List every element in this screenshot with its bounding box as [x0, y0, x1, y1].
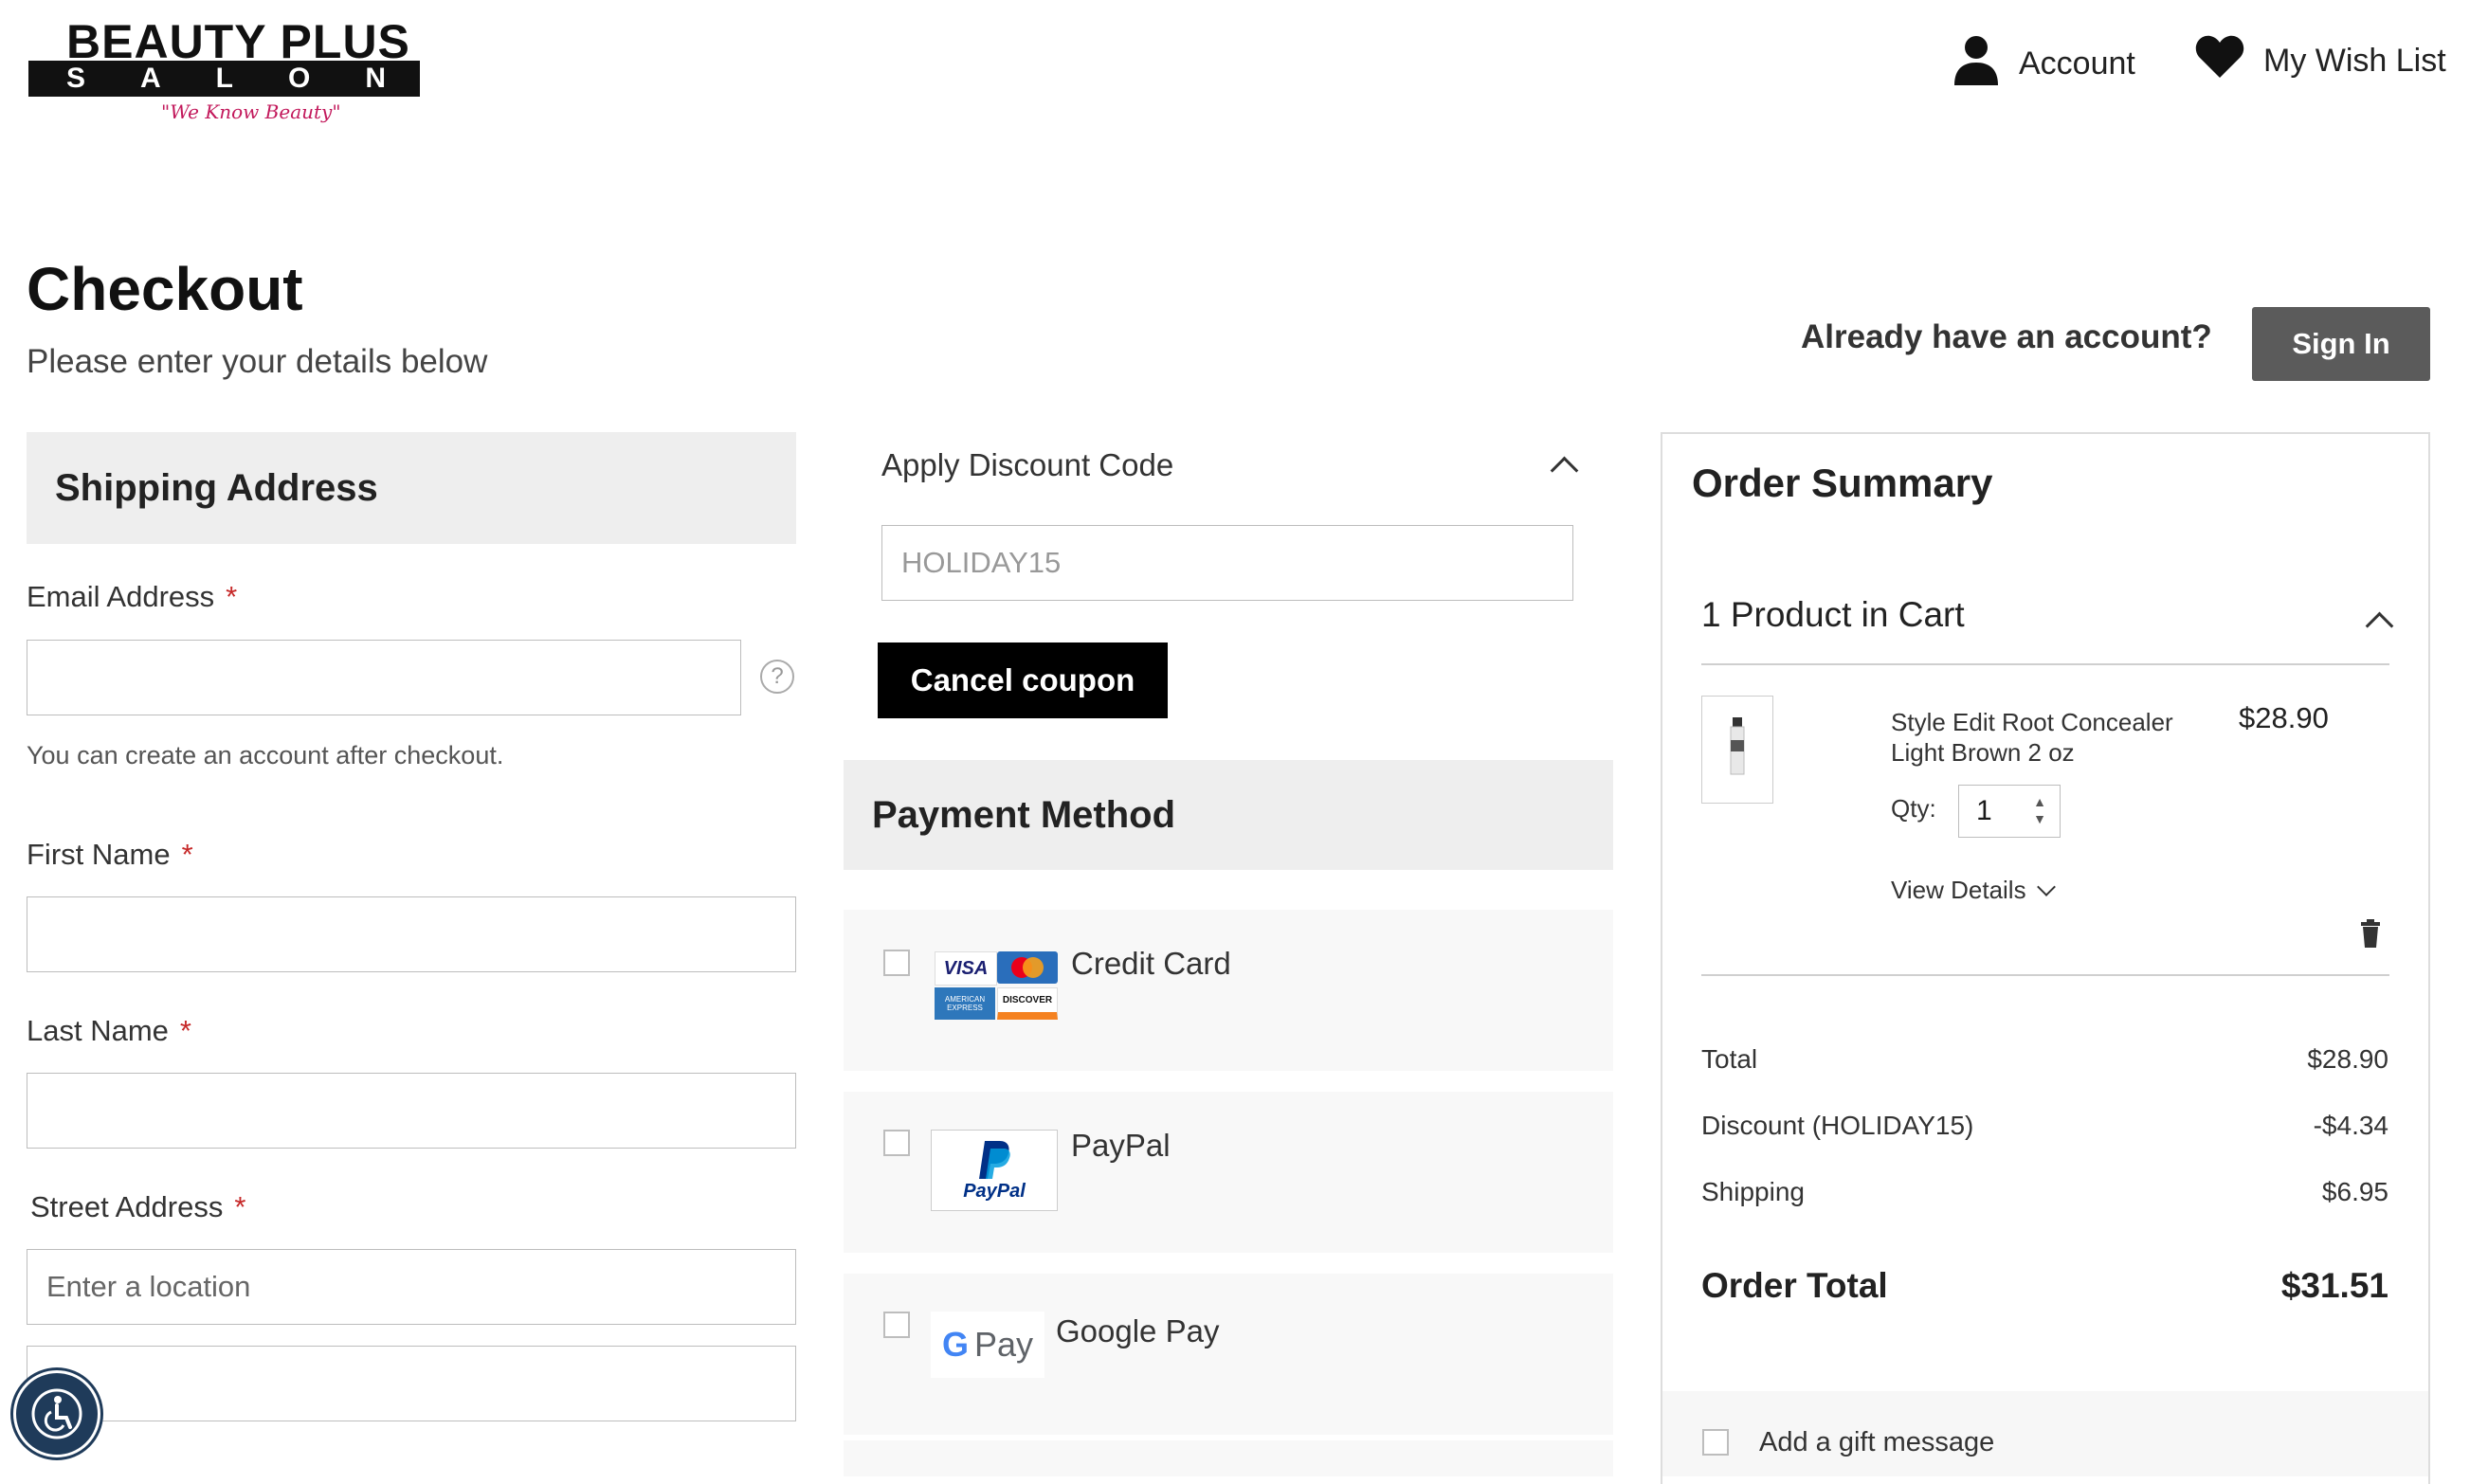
required-mark: *	[181, 838, 193, 871]
discount-code-toggle[interactable]: Apply Discount Code	[881, 447, 1173, 483]
paypal-logo: PayPal	[931, 1130, 1058, 1211]
product-price: $28.90	[2239, 701, 2329, 734]
user-icon	[1952, 34, 2000, 94]
qty-label: Qty:	[1891, 794, 1936, 823]
payment-method-heading: Payment Method	[844, 760, 1613, 870]
divider	[1701, 663, 2389, 665]
already-account-text: Already have an account?	[1801, 318, 2212, 355]
stepper-arrows-icon[interactable]: ▲ ▼	[2033, 793, 2046, 827]
sign-in-button[interactable]: Sign In	[2252, 307, 2430, 381]
heart-icon	[2195, 34, 2244, 88]
qty-value: 1	[1976, 795, 1992, 826]
amex-logo: AMERICAN EXPRESS	[935, 987, 995, 1020]
paypal-logo-text: PayPal	[963, 1180, 1026, 1202]
street-address-line2-field[interactable]	[27, 1346, 796, 1421]
order-total-label: Order Total	[1701, 1266, 1888, 1305]
shipping-label: Shipping	[1701, 1177, 1805, 1206]
discount-value: -$4.34	[2313, 1111, 2388, 1140]
discount-code-input[interactable]: HOLIDAY15	[881, 525, 1573, 601]
paypal-checkbox[interactable]	[883, 1130, 910, 1156]
product-thumbnail[interactable]	[1701, 696, 1773, 804]
visa-logo: VISA	[935, 951, 997, 986]
payment-option-more[interactable]	[844, 1440, 1613, 1476]
email-field[interactable]	[27, 640, 741, 715]
required-mark: *	[226, 580, 238, 613]
shipping-value: $6.95	[2321, 1177, 2388, 1206]
site-logo[interactable]: BEAUTY PLUS SALON "We Know Beauty"	[28, 15, 422, 123]
email-label: Email Address *	[27, 580, 237, 614]
paypal-label: PayPal	[1071, 1128, 1171, 1163]
page-title: Checkout	[27, 255, 303, 323]
product-name[interactable]: Style Edit Root Concealer Light Brown 2 …	[1891, 707, 2204, 768]
chevron-up-icon[interactable]	[1550, 456, 1579, 485]
logo-tagline: "We Know Beauty"	[161, 100, 341, 123]
payment-option-paypal[interactable]: PayPal PayPal	[844, 1092, 1613, 1253]
trash-icon[interactable]	[2360, 919, 2381, 952]
discover-logo: DISCOVER	[997, 987, 1058, 1020]
account-link[interactable]: Account	[1952, 34, 2135, 94]
total-label: Total	[1701, 1044, 1758, 1074]
required-mark: *	[179, 1014, 191, 1047]
cancel-coupon-button[interactable]: Cancel coupon	[878, 642, 1168, 718]
order-summary-title: Order Summary	[1692, 461, 1993, 505]
payment-option-google-pay[interactable]: G Pay Google Pay	[844, 1274, 1613, 1435]
account-label: Account	[2019, 45, 2135, 81]
first-name-label: First Name *	[27, 838, 193, 872]
page-subtitle: Please enter your details below	[27, 343, 488, 380]
google-pay-logo: G Pay	[931, 1312, 1044, 1378]
credit-card-checkbox[interactable]	[883, 950, 910, 976]
google-pay-label: Google Pay	[1056, 1313, 1220, 1348]
logo-wordmark: BEAUTY PLUS	[66, 15, 410, 68]
logo-salon-bar: SALON	[28, 61, 420, 97]
wishlist-link[interactable]: My Wish List	[2195, 34, 2446, 88]
last-name-label-text: Last Name	[27, 1014, 169, 1047]
last-name-label: Last Name *	[27, 1014, 191, 1048]
payment-option-credit-card[interactable]: VISA AMERICAN EXPRESS DISCOVER Credit Ca…	[844, 910, 1613, 1071]
street-label-text: Street Address	[30, 1190, 224, 1223]
credit-card-label: Credit Card	[1071, 946, 1231, 981]
wishlist-label: My Wish List	[2263, 43, 2446, 79]
total-value: $28.90	[2307, 1044, 2388, 1074]
first-name-field[interactable]	[27, 896, 796, 972]
email-label-text: Email Address	[27, 580, 215, 613]
last-name-field[interactable]	[27, 1073, 796, 1149]
quantity-stepper[interactable]: 1 ▲ ▼	[1958, 785, 2061, 838]
shipping-address-heading: Shipping Address	[27, 432, 796, 544]
gift-message-row[interactable]: Add a gift message	[1662, 1391, 2428, 1476]
discount-label: Discount (HOLIDAY15)	[1701, 1111, 1974, 1140]
accessibility-icon[interactable]	[13, 1370, 100, 1457]
mastercard-logo	[997, 951, 1058, 984]
chevron-down-icon	[2036, 877, 2056, 896]
view-details-toggle[interactable]: View Details	[1891, 876, 2056, 905]
gpay-logo-text: Pay	[973, 1325, 1034, 1364]
required-mark: *	[234, 1190, 246, 1223]
help-icon[interactable]: ?	[760, 660, 794, 694]
street-address-label: Street Address *	[30, 1190, 245, 1224]
google-g-icon: G	[941, 1325, 969, 1364]
order-total-value: $31.51	[2280, 1266, 2388, 1305]
view-details-label: View Details	[1891, 876, 2026, 904]
divider	[1701, 974, 2389, 976]
cart-count-toggle[interactable]: 1 Product in Cart	[1701, 595, 1965, 635]
first-name-label-text: First Name	[27, 838, 171, 871]
gift-message-label: Add a gift message	[1759, 1427, 1995, 1457]
street-address-field[interactable]: Enter a location	[27, 1249, 796, 1325]
order-summary-panel	[1661, 432, 2430, 1484]
google-pay-checkbox[interactable]	[883, 1312, 910, 1338]
gift-message-checkbox[interactable]	[1702, 1429, 1729, 1456]
email-note: You can create an account after checkout…	[27, 741, 504, 769]
